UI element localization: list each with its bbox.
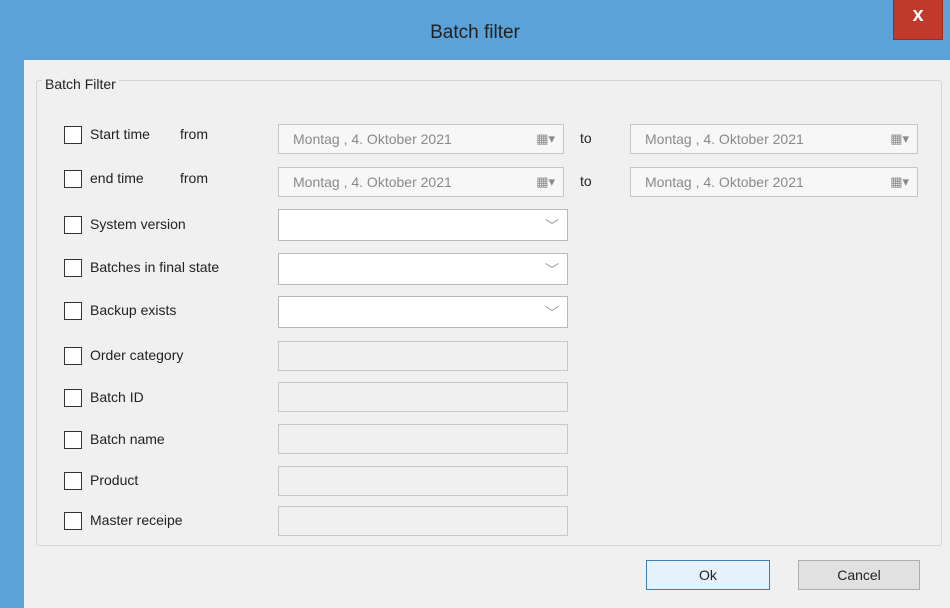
start-time-label: Start time: [90, 126, 150, 142]
batch-id-input[interactable]: [278, 382, 568, 412]
end-time-to-label: to: [580, 173, 592, 189]
cancel-button[interactable]: Cancel: [798, 560, 920, 590]
calendar-icon[interactable]: ▦▾: [536, 131, 555, 147]
group-label: Batch Filter: [42, 76, 119, 92]
start-time-to-date-text: Montag , 4. Oktober 2021: [645, 131, 804, 147]
product-label: Product: [90, 472, 139, 488]
end-time-to-date[interactable]: Montag , 4. Oktober 2021 ▦▾: [630, 167, 918, 197]
end-time-from-label: from: [180, 170, 208, 186]
dialog-window: Batch filter x Batch Filter Start time f…: [0, 0, 950, 608]
calendar-icon[interactable]: ▦▾: [890, 131, 909, 147]
chevron-down-icon[interactable]: ﹀: [545, 303, 559, 323]
end-time-from-date-text: Montag , 4. Oktober 2021: [293, 174, 452, 190]
system-version-select[interactable]: ﹀: [278, 209, 568, 241]
batches-final-state-checkbox[interactable]: [64, 259, 82, 277]
batch-id-checkbox[interactable]: [64, 389, 82, 407]
end-time-label: end time: [90, 170, 144, 186]
product-checkbox[interactable]: [64, 472, 82, 490]
product-input[interactable]: [278, 466, 568, 496]
order-category-input[interactable]: [278, 341, 568, 371]
close-icon: x: [912, 4, 924, 26]
batch-id-label: Batch ID: [90, 389, 144, 405]
start-time-to-label: to: [580, 130, 592, 146]
system-version-checkbox[interactable]: [64, 216, 82, 234]
batches-final-state-label: Batches in final state: [90, 259, 220, 275]
close-button[interactable]: x: [893, 0, 943, 40]
ok-button[interactable]: Ok: [646, 560, 770, 590]
batch-name-checkbox[interactable]: [64, 431, 82, 449]
batch-name-input[interactable]: [278, 424, 568, 454]
order-category-checkbox[interactable]: [64, 347, 82, 365]
master-receipe-label: Master receipe: [90, 512, 183, 528]
start-time-from-label: from: [180, 126, 208, 142]
start-time-to-date[interactable]: Montag , 4. Oktober 2021 ▦▾: [630, 124, 918, 154]
start-time-checkbox[interactable]: [64, 126, 82, 144]
system-version-label: System version: [90, 216, 186, 232]
backup-exists-select[interactable]: ﹀: [278, 296, 568, 328]
backup-exists-label: Backup exists: [90, 302, 177, 318]
batches-final-state-select[interactable]: ﹀: [278, 253, 568, 285]
end-time-from-date[interactable]: Montag , 4. Oktober 2021 ▦▾: [278, 167, 564, 197]
calendar-icon[interactable]: ▦▾: [890, 174, 909, 190]
backup-exists-checkbox[interactable]: [64, 302, 82, 320]
master-receipe-input[interactable]: [278, 506, 568, 536]
window-title: Batch filter: [430, 22, 520, 43]
title-bar[interactable]: Batch filter x: [0, 0, 950, 60]
end-time-checkbox[interactable]: [64, 170, 82, 188]
batch-name-label: Batch name: [90, 431, 165, 447]
start-time-from-date[interactable]: Montag , 4. Oktober 2021 ▦▾: [278, 124, 564, 154]
calendar-icon[interactable]: ▦▾: [536, 174, 555, 190]
order-category-label: Order category: [90, 347, 184, 363]
chevron-down-icon[interactable]: ﹀: [545, 260, 559, 280]
start-time-from-date-text: Montag , 4. Oktober 2021: [293, 131, 452, 147]
master-receipe-checkbox[interactable]: [64, 512, 82, 530]
chevron-down-icon[interactable]: ﹀: [545, 216, 559, 236]
end-time-to-date-text: Montag , 4. Oktober 2021: [645, 174, 804, 190]
dialog-body: Batch Filter Start time from Montag , 4.…: [24, 60, 950, 608]
